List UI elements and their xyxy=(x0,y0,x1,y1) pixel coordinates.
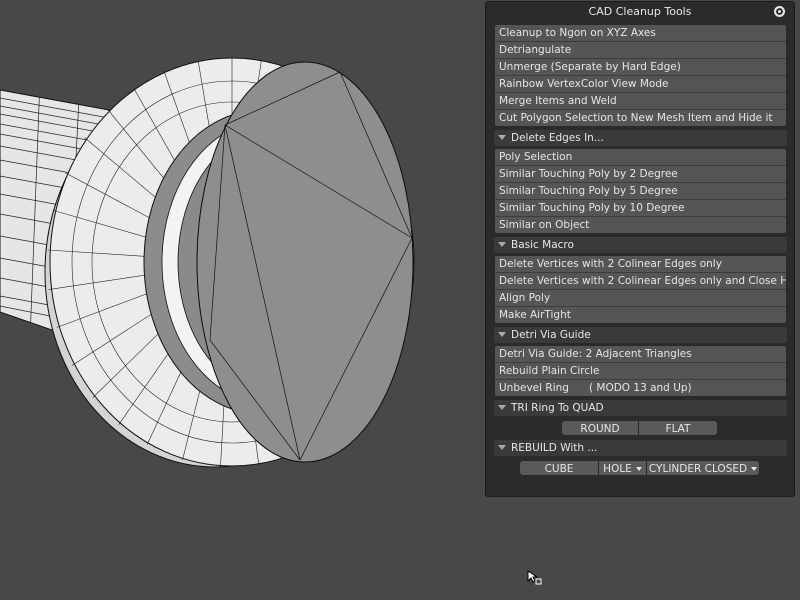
round-button[interactable]: ROUND xyxy=(561,420,639,436)
rebuild-buttons: CUBE HOLE CYLINDER CLOSED xyxy=(494,458,787,478)
panel-content: Cleanup to Ngon on XYZ Axes Detriangulat… xyxy=(494,24,787,480)
flat-button[interactable]: FLAT xyxy=(638,420,718,436)
rainbow-vertexcolor-button[interactable]: Rainbow VertexColor View Mode xyxy=(495,76,786,93)
detri-adjacent-triangles-button[interactable]: Detri Via Guide: 2 Adjacent Triangles xyxy=(495,346,786,363)
collapse-triangle-icon xyxy=(498,445,506,450)
rebuild-header[interactable]: REBUILD With ... xyxy=(494,440,787,456)
delete-edges-group: Poly Selection Similar Touching Poly by … xyxy=(494,148,787,234)
rebuild-plain-circle-button[interactable]: Rebuild Plain Circle xyxy=(495,363,786,380)
cylinder-label: CYLINDER CLOSED xyxy=(648,463,748,475)
detriangulate-button[interactable]: Detriangulate xyxy=(495,42,786,59)
collapse-triangle-icon xyxy=(498,405,506,410)
section-label: Basic Macro xyxy=(511,239,574,251)
collapse-triangle-icon xyxy=(498,135,506,140)
similar-2-degree-button[interactable]: Similar Touching Poly by 2 Degree xyxy=(495,166,786,183)
delete-colinear-close-holes-button[interactable]: Delete Vertices with 2 Colinear Edges on… xyxy=(495,273,786,290)
tri-ring-buttons: ROUND FLAT xyxy=(494,418,787,438)
similar-10-degree-button[interactable]: Similar Touching Poly by 10 Degree xyxy=(495,200,786,217)
detri-guide-header[interactable]: Detri Via Guide xyxy=(494,327,787,343)
hole-dropdown[interactable]: HOLE xyxy=(598,460,647,476)
section-label: Delete Edges In... xyxy=(511,132,604,144)
top-button-group: Cleanup to Ngon on XYZ Axes Detriangulat… xyxy=(494,24,787,127)
make-airtight-button[interactable]: Make AirTight xyxy=(495,307,786,323)
detri-guide-group: Detri Via Guide: 2 Adjacent Triangles Re… xyxy=(494,345,787,397)
section-label: REBUILD With ... xyxy=(511,442,598,454)
merge-weld-button[interactable]: Merge Items and Weld xyxy=(495,93,786,110)
similar-5-degree-button[interactable]: Similar Touching Poly by 5 Degree xyxy=(495,183,786,200)
collapse-triangle-icon xyxy=(498,332,506,337)
poly-selection-button[interactable]: Poly Selection xyxy=(495,149,786,166)
cylinder-closed-dropdown[interactable]: CYLINDER CLOSED xyxy=(646,460,760,476)
collapse-triangle-icon xyxy=(498,242,506,247)
align-poly-button[interactable]: Align Poly xyxy=(495,290,786,307)
section-label: TRI Ring To QUAD xyxy=(511,402,604,414)
unbevel-ring-button[interactable]: Unbevel Ring ( MODO 13 and Up) xyxy=(495,380,786,396)
mouse-cursor-icon xyxy=(527,570,542,585)
delete-colinear-vertices-button[interactable]: Delete Vertices with 2 Colinear Edges on… xyxy=(495,256,786,273)
cleanup-ngon-button[interactable]: Cleanup to Ngon on XYZ Axes xyxy=(495,25,786,42)
hole-label: HOLE xyxy=(603,463,632,475)
chevron-down-icon xyxy=(635,467,642,471)
cube-button[interactable]: CUBE xyxy=(519,460,599,476)
chevron-down-icon xyxy=(751,467,758,471)
section-label: Detri Via Guide xyxy=(511,329,591,341)
pin-icon[interactable] xyxy=(774,6,785,17)
basic-macro-header[interactable]: Basic Macro xyxy=(494,237,787,253)
cut-polygon-button[interactable]: Cut Polygon Selection to New Mesh Item a… xyxy=(495,110,786,126)
cad-cleanup-panel: CAD Cleanup Tools Cleanup to Ngon on XYZ… xyxy=(485,1,795,497)
tri-ring-header[interactable]: TRI Ring To QUAD xyxy=(494,400,787,416)
basic-macro-group: Delete Vertices with 2 Colinear Edges on… xyxy=(494,255,787,324)
delete-edges-header[interactable]: Delete Edges In... xyxy=(494,130,787,146)
unmerge-button[interactable]: Unmerge (Separate by Hard Edge) xyxy=(495,59,786,76)
similar-on-object-button[interactable]: Similar on Object xyxy=(495,217,786,233)
panel-title: CAD Cleanup Tools xyxy=(588,5,692,18)
